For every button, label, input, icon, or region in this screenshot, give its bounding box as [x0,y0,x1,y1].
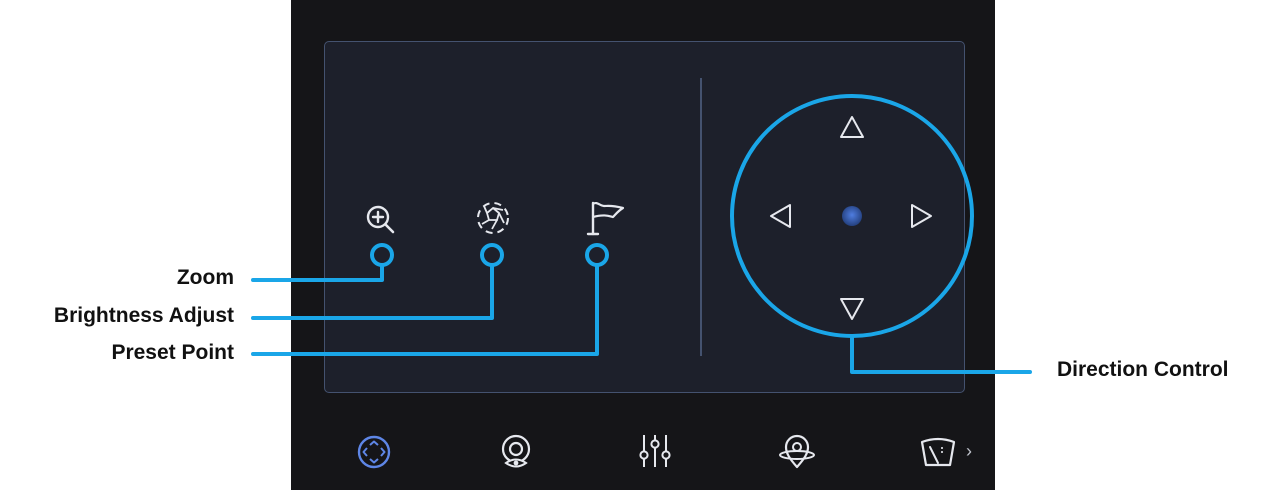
direction-up-button[interactable] [837,113,867,141]
toolbar-ptz-button[interactable] [355,433,393,471]
arrow-down-icon [840,298,864,320]
toolbar-sliders-button[interactable] [637,431,673,471]
location-pin-icon [779,434,815,469]
arrow-up-icon [840,116,864,138]
arrow-left-icon [770,204,791,228]
direction-down-button[interactable] [837,295,867,323]
direction-annotation: Direction Control [1057,358,1229,381]
toolbar-camera-eye-button[interactable] [496,432,536,472]
preset-point-button[interactable] [585,198,629,240]
ptz-control-panel [324,41,965,393]
toolbar-wiper-button[interactable] [916,432,960,472]
brightness-annotation: Brightness Adjust [53,304,234,327]
zoom-button[interactable] [360,200,400,240]
center-dot-icon [842,206,862,226]
toolbar-location-button[interactable] [776,431,818,473]
camera-eye-icon [501,434,531,468]
preset-annotation: Preset Point [111,341,234,364]
panel-divider [700,78,702,356]
zoom-in-icon [366,205,395,234]
zoom-annotation: Zoom [176,266,234,289]
aperture-icon [477,202,509,234]
arrow-right-icon [911,204,932,228]
direction-left-button[interactable] [766,201,794,231]
ptz-icon [357,435,391,469]
sliders-icon [639,435,671,467]
wiper-icon [920,437,956,467]
direction-right-button[interactable] [908,201,936,231]
more-chevron-icon[interactable]: › [966,441,972,462]
flag-icon [586,201,625,236]
brightness-adjust-button[interactable] [472,198,514,240]
direction-center-button[interactable] [840,204,864,228]
